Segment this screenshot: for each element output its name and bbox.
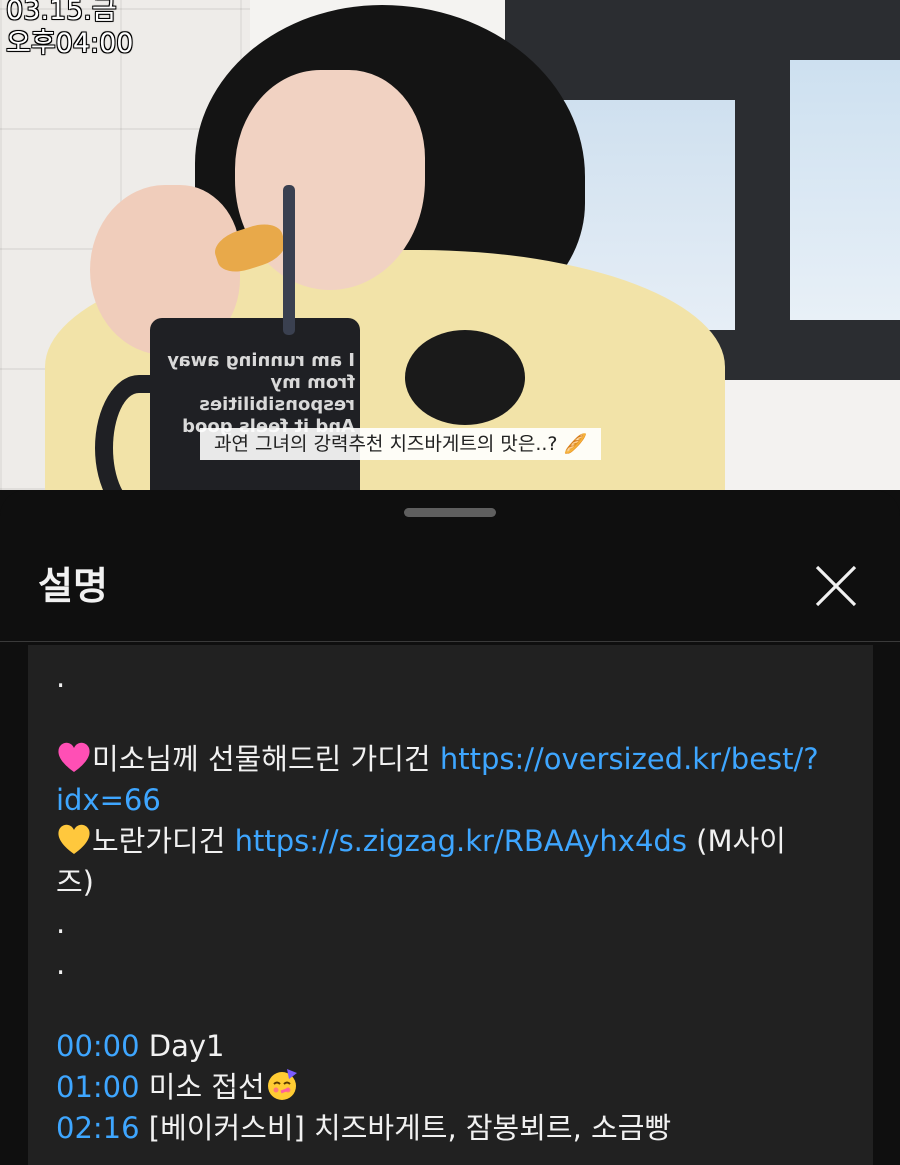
- spacer-dot: .: [56, 947, 66, 981]
- video-caption: 과연 그녀의 강력추천 치즈바게트의 맛은..? 🥖: [200, 428, 602, 460]
- window-pane: [790, 60, 900, 320]
- chapter-label: Day1: [148, 1029, 225, 1063]
- chapter-row: 01:00 미소 접선: [56, 1067, 856, 1108]
- gift-link-continued: idx=66: [56, 780, 856, 821]
- chapter-row: 00:00 Day1: [56, 1026, 856, 1067]
- chapter-label: 미소 접선: [148, 1070, 265, 1104]
- chapter-timestamp[interactable]: 00:00: [56, 1029, 140, 1063]
- description-text: . 미소님께 선물해드린 가디건 https://oversized.kr/be…: [56, 657, 856, 1149]
- chapter-timestamp[interactable]: 01:00: [56, 1070, 140, 1104]
- close-icon[interactable]: [810, 560, 862, 612]
- drag-handle[interactable]: [404, 508, 496, 517]
- video-player[interactable]: I am running away from my responsibiliti…: [0, 0, 900, 490]
- chapter-timestamp[interactable]: 02:16: [56, 1111, 140, 1145]
- yellow-link[interactable]: https://s.zigzag.kr/RBAAyhx4ds: [235, 824, 687, 858]
- video-timestamp: 03.15.금 오후04:00: [6, 0, 134, 60]
- divider: [0, 641, 900, 642]
- cup-print-text: I am running away from my responsibiliti…: [167, 350, 355, 437]
- description-card: . 미소님께 선물해드린 가디건 https://oversized.kr/be…: [28, 645, 873, 1165]
- pink-heart-icon: [56, 740, 90, 772]
- party-face-icon: [265, 1068, 297, 1100]
- chapter-label: [베이커스비] 치즈바게트, 잠봉뵈르, 소금빵: [148, 1111, 672, 1145]
- yellow-heart-icon: [56, 822, 90, 854]
- yellow-line: 노란가디건 https://s.zigzag.kr/RBAAyhx4ds (M사…: [56, 821, 856, 862]
- spacer-dot: .: [56, 906, 66, 940]
- spacer-dot: .: [56, 660, 66, 694]
- sheet-title: 설명: [38, 564, 108, 608]
- timestamp-date: 03.15.금: [6, 0, 117, 26]
- description-sheet: 설명 . 미소님께 선물해드린 가디건 https://oversized.kr…: [0, 490, 900, 1165]
- timestamp-time: 오후04:00: [6, 28, 134, 59]
- gift-text: 미소님께 선물해드린 가디건: [92, 742, 431, 776]
- yellow-size-continued: 즈): [56, 865, 94, 899]
- straw: [283, 185, 295, 335]
- scrunchie: [405, 330, 525, 425]
- gift-link-tail[interactable]: idx=66: [56, 783, 161, 817]
- gift-line: 미소님께 선물해드린 가디건 https://oversized.kr/best…: [56, 739, 856, 780]
- yellow-size: (M사이: [696, 824, 786, 858]
- yellow-text: 노란가디건: [92, 824, 226, 858]
- gift-link[interactable]: https://oversized.kr/best/?: [440, 742, 819, 776]
